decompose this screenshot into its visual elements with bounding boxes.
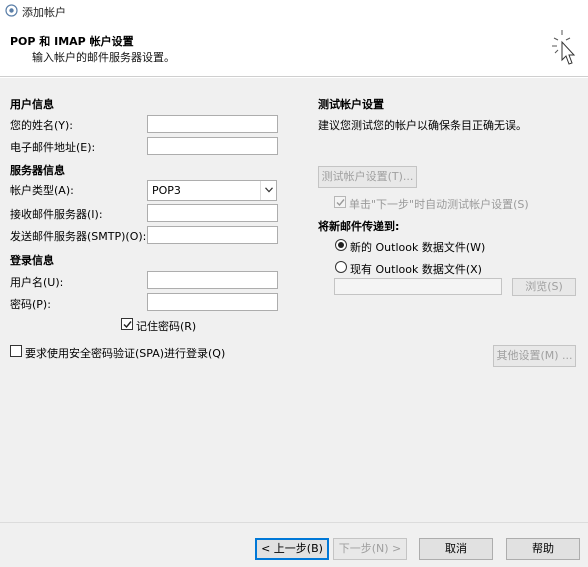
incoming-server-input[interactable]: [147, 204, 278, 222]
chevron-down-icon[interactable]: [260, 181, 276, 200]
email-label: 电子邮件地址(E):: [10, 141, 96, 154]
window-titlebar: 添加帐户: [0, 0, 588, 22]
deliver-heading: 将新邮件传递到:: [318, 220, 400, 233]
auto-test-checkbox[interactable]: [334, 196, 346, 208]
user-info-heading: 用户信息: [10, 98, 54, 111]
new-data-file-radio[interactable]: [335, 239, 347, 251]
back-button[interactable]: < 上一步(B): [255, 538, 329, 560]
test-settings-description: 建议您测试您的帐户以确保条目正确无误。: [318, 119, 527, 132]
incoming-server-label: 接收邮件服务器(I):: [10, 208, 103, 221]
login-info-heading: 登录信息: [10, 254, 54, 267]
cancel-button[interactable]: 取消: [419, 538, 493, 560]
account-type-value: POP3: [152, 184, 181, 197]
spa-checkbox[interactable]: [10, 345, 22, 357]
password-label: 密码(P):: [10, 298, 51, 311]
server-info-heading: 服务器信息: [10, 164, 65, 177]
name-label: 您的姓名(Y):: [10, 119, 74, 132]
next-button[interactable]: 下一步(N) >: [333, 538, 407, 560]
window-title: 添加帐户: [22, 6, 66, 19]
wizard-header: POP 和 IMAP 帐户设置 输入帐户的邮件服务器设置。: [0, 22, 588, 77]
password-input[interactable]: [147, 293, 278, 311]
remember-password-checkbox[interactable]: [121, 318, 133, 330]
new-data-file-label: 新的 Outlook 数据文件(W): [350, 241, 486, 254]
username-label: 用户名(U):: [10, 276, 64, 289]
spa-label: 要求使用安全密码验证(SPA)进行登录(Q): [25, 347, 226, 360]
more-settings-button[interactable]: 其他设置(M) ...: [493, 345, 576, 367]
username-input[interactable]: [147, 271, 278, 289]
browse-button[interactable]: 浏览(S): [512, 278, 576, 296]
account-type-select[interactable]: POP3: [147, 180, 277, 201]
cursor-click-icon: [548, 26, 582, 72]
page-subtitle: 输入帐户的邮件服务器设置。: [32, 51, 175, 64]
page-title: POP 和 IMAP 帐户设置: [10, 35, 134, 48]
radio-selected-dot: [338, 242, 344, 248]
outgoing-server-input[interactable]: [147, 226, 278, 244]
existing-data-file-radio[interactable]: [335, 261, 347, 273]
remember-password-label: 记住密码(R): [136, 320, 197, 333]
existing-data-file-label: 现有 Outlook 数据文件(X): [350, 263, 482, 276]
account-type-label: 帐户类型(A):: [10, 184, 74, 197]
help-button[interactable]: 帮助: [506, 538, 580, 560]
name-input[interactable]: [147, 115, 278, 133]
test-account-button[interactable]: 测试帐户设置(T)...: [318, 166, 417, 188]
auto-test-label: 单击"下一步"时自动测试帐户设置(S): [349, 198, 529, 211]
checkmark-icon: [336, 199, 345, 207]
email-input[interactable]: [147, 137, 278, 155]
checkmark-icon: [123, 321, 132, 329]
test-settings-heading: 测试帐户设置: [318, 98, 384, 111]
outgoing-server-label: 发送邮件服务器(SMTP)(O):: [10, 230, 147, 243]
outlook-app-icon: [5, 4, 18, 17]
existing-file-path-input[interactable]: [334, 278, 502, 295]
